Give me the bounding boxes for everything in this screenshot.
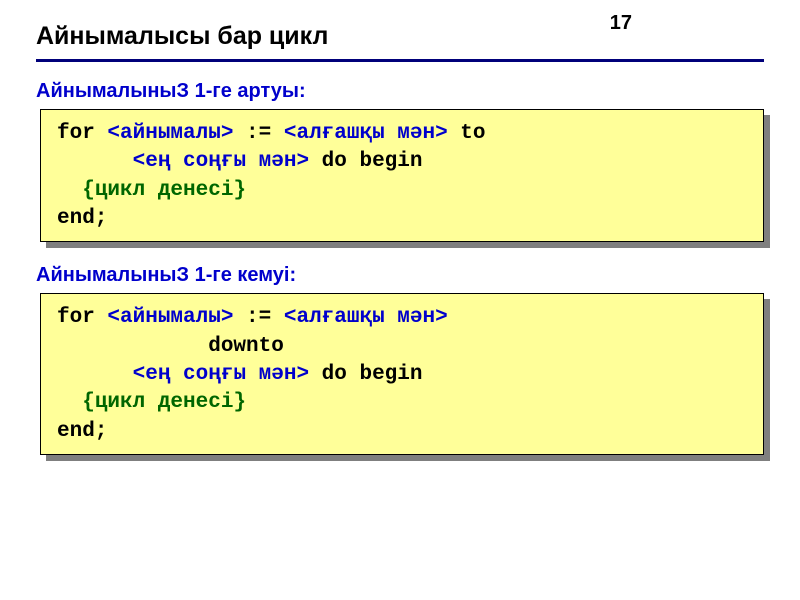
indent	[57, 179, 82, 202]
ph-start: <алғашқы мән>	[284, 122, 448, 145]
ph-start: <алғашқы мән>	[284, 306, 448, 329]
codebox-2: for <айнымалы> := <алғашқы мән> downto <…	[40, 293, 764, 455]
page-title: Айнымалысы бар цикл	[36, 22, 764, 59]
kw-assign: :=	[233, 306, 283, 329]
kw-do-begin: do begin	[309, 150, 422, 173]
kw-end: end;	[57, 207, 107, 230]
ph-end: <ең соңғы мән>	[133, 150, 309, 173]
comment-body: {цикл денесі}	[82, 179, 246, 202]
kw-for: for	[57, 122, 107, 145]
title-divider	[36, 59, 764, 62]
codebox-1-content: for <айнымалы> := <алғашқы мән> to <ең с…	[40, 109, 764, 242]
kw-do-begin: do begin	[309, 363, 422, 386]
kw-for: for	[57, 306, 107, 329]
ph-var: <айнымалы>	[107, 306, 233, 329]
ph-var: <айнымалы>	[107, 122, 233, 145]
section1-label: АйнымалыныЗ 1-ге артуы:	[36, 80, 764, 103]
page-number: 17	[610, 12, 632, 35]
section2-label: АйнымалыныЗ 1-ге кемуі:	[36, 264, 764, 287]
codebox-1: for <айнымалы> := <алғашқы мән> to <ең с…	[40, 109, 764, 242]
comment-body: {цикл денесі}	[82, 391, 246, 414]
indent	[57, 150, 133, 173]
codebox-2-content: for <айнымалы> := <алғашқы мән> downto <…	[40, 293, 764, 455]
kw-assign: :=	[233, 122, 283, 145]
indent	[57, 391, 82, 414]
slide: 17 Айнымалысы бар цикл АйнымалыныЗ 1-ге …	[0, 0, 800, 600]
kw-end: end;	[57, 420, 107, 443]
indent	[57, 363, 133, 386]
kw-to: to	[448, 122, 486, 145]
ph-end: <ең соңғы мән>	[133, 363, 309, 386]
kw-downto: downto	[57, 335, 284, 358]
